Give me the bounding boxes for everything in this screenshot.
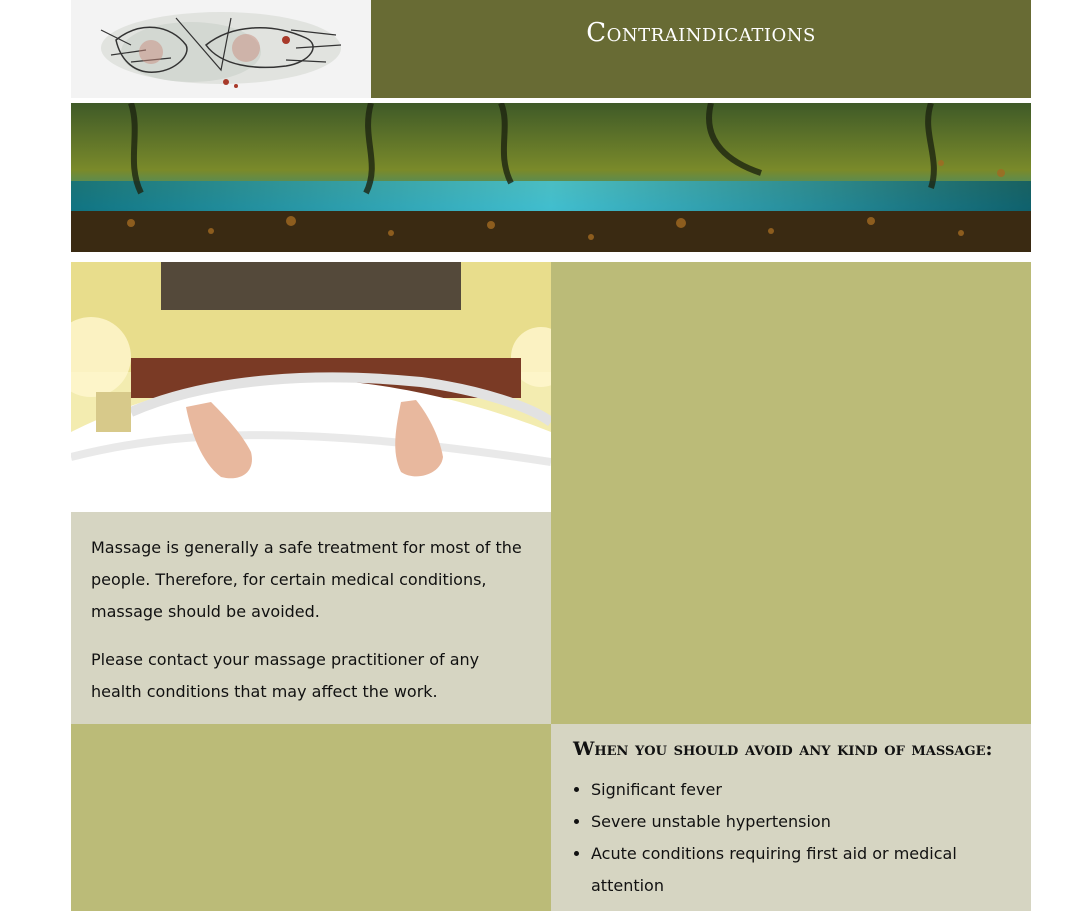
- avoid-section: When you should avoid any kind of massag…: [551, 724, 1031, 911]
- list-item: Severe unstable hypertension: [591, 806, 1011, 838]
- header: Contraindications: [71, 0, 1031, 98]
- page: Contraindications Massage is generally a…: [71, 0, 1031, 911]
- decorative-panel: [551, 262, 1031, 724]
- list-item: Significant fever: [591, 774, 1011, 806]
- title-bar: Contraindications: [371, 0, 1031, 98]
- page-title: Contraindications: [586, 18, 816, 48]
- feet-in-bed-photo-icon: [71, 262, 551, 512]
- decorative-panel: [71, 724, 551, 911]
- forest-river-banner-icon: [71, 103, 1031, 252]
- feet-in-bed-photo: [71, 262, 551, 512]
- intro-paragraph-1: Massage is generally a safe treatment fo…: [91, 538, 522, 621]
- avoid-list: Significant fever Severe unstable hypert…: [551, 760, 1031, 902]
- avoid-heading: When you should avoid any kind of massag…: [573, 738, 993, 760]
- intro-paragraph-2: Please contact your massage practitioner…: [91, 650, 480, 701]
- list-item: Acute conditions requiring first aid or …: [591, 838, 1011, 902]
- banner-image: [71, 103, 1031, 252]
- hands-massage-illustration-icon: [100, 12, 342, 88]
- intro-text: Massage is generally a safe treatment fo…: [71, 512, 551, 724]
- logo[interactable]: [71, 0, 371, 98]
